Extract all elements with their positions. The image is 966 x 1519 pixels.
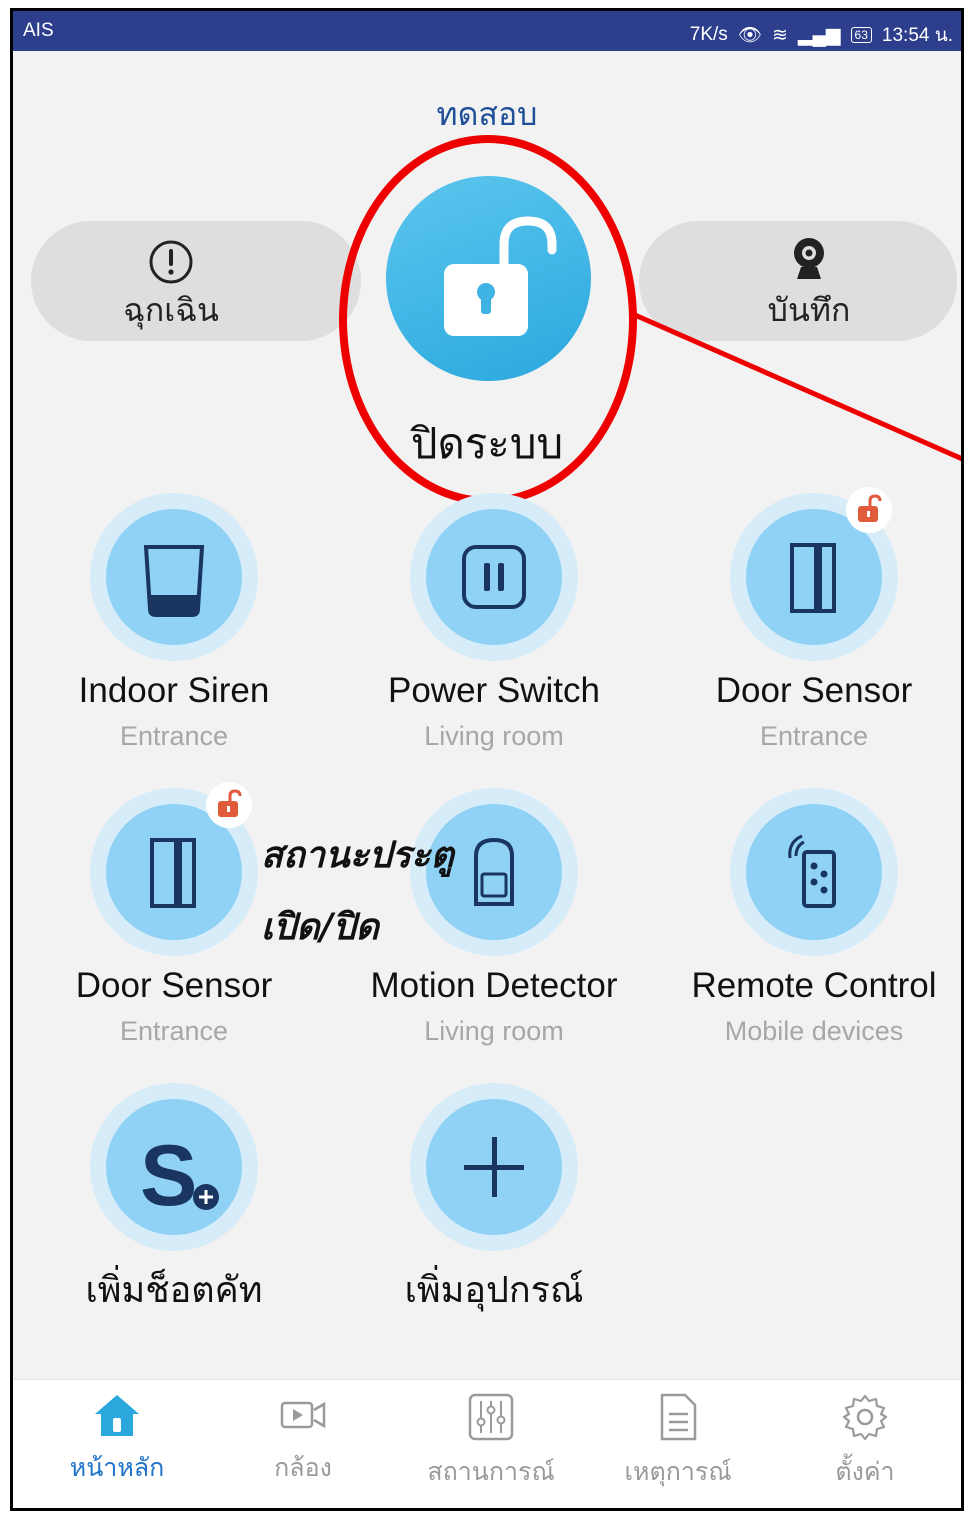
- siren-icon: [143, 545, 205, 617]
- add-device-tile[interactable]: เพิ่มอุปกรณ์: [344, 1083, 644, 1318]
- device-tile-indoor-siren[interactable]: Indoor Siren Entrance: [24, 493, 324, 752]
- device-room: Entrance: [759, 721, 869, 751]
- add-device-label: เพิ่มอุปกรณ์: [404, 1270, 584, 1311]
- shortcut-s-icon: S: [140, 1128, 219, 1224]
- device-tile-power-switch[interactable]: Power Switch Living room: [344, 493, 644, 752]
- device-room: Entrance: [119, 721, 229, 751]
- scenario-icon: [468, 1393, 514, 1441]
- device-name: Motion Detector: [370, 966, 618, 1005]
- home-icon: [95, 1395, 139, 1436]
- device-name: Remote Control: [691, 966, 937, 1005]
- svg-text:S: S: [140, 1128, 197, 1224]
- plus-icon: [464, 1137, 524, 1197]
- device-room: Mobile devices: [724, 1016, 904, 1046]
- power-switch-icon: [462, 545, 526, 609]
- device-room: Living room: [424, 721, 564, 751]
- device-tile-door-sensor-1[interactable]: Door Sensor Entrance: [664, 487, 961, 752]
- camera-icon: [280, 1401, 326, 1429]
- device-name: Door Sensor: [75, 966, 273, 1005]
- settings-icon: [842, 1394, 888, 1441]
- bottom-nav: หน้าหลัก กล้อง สถานการณ์ เหตุการณ์ ตั้งค…: [13, 1379, 961, 1508]
- remote-control-icon: [788, 834, 836, 908]
- unlocked-badge-icon: [846, 487, 892, 533]
- door-status-annotation: สถานะประตู เปิด/ปิด: [261, 819, 454, 963]
- device-room: Entrance: [119, 1016, 229, 1046]
- tab-scenario[interactable]: สถานการณ์: [401, 1392, 581, 1492]
- tab-home[interactable]: หน้าหลัก: [27, 1392, 207, 1488]
- tab-label: ตั้งค่า: [835, 1457, 895, 1486]
- device-name: Door Sensor: [715, 671, 913, 710]
- app-frame: AIS 7K/s 👁 ≋ ▂▄▆ 63 13:54 น. ทดสอบ ฉุกเฉ…: [10, 8, 964, 1511]
- tab-label: เหตุการณ์: [624, 1457, 732, 1486]
- tab-events[interactable]: เหตุการณ์: [588, 1392, 768, 1492]
- tab-camera[interactable]: กล้อง: [213, 1392, 393, 1488]
- tab-label: สถานการณ์: [427, 1457, 555, 1486]
- add-shortcut-label: เพิ่มช็อตคัท: [85, 1270, 263, 1311]
- tab-settings[interactable]: ตั้งค่า: [775, 1392, 955, 1492]
- device-name: Indoor Siren: [78, 671, 270, 710]
- device-room: Living room: [424, 1016, 564, 1046]
- annotation-line-2: เปิด/ปิด: [261, 906, 379, 948]
- tab-label: หน้าหลัก: [69, 1453, 165, 1482]
- unlocked-badge-icon: [206, 782, 252, 828]
- device-tile-remote-control[interactable]: Remote Control Mobile devices: [664, 788, 961, 1047]
- tab-label: กล้อง: [274, 1453, 332, 1482]
- add-shortcut-tile[interactable]: S เพิ่มช็อตคัท: [24, 1083, 324, 1318]
- device-name: Power Switch: [387, 671, 601, 710]
- annotation-line-1: สถานะประตู: [261, 834, 454, 876]
- event-icon: [660, 1393, 697, 1441]
